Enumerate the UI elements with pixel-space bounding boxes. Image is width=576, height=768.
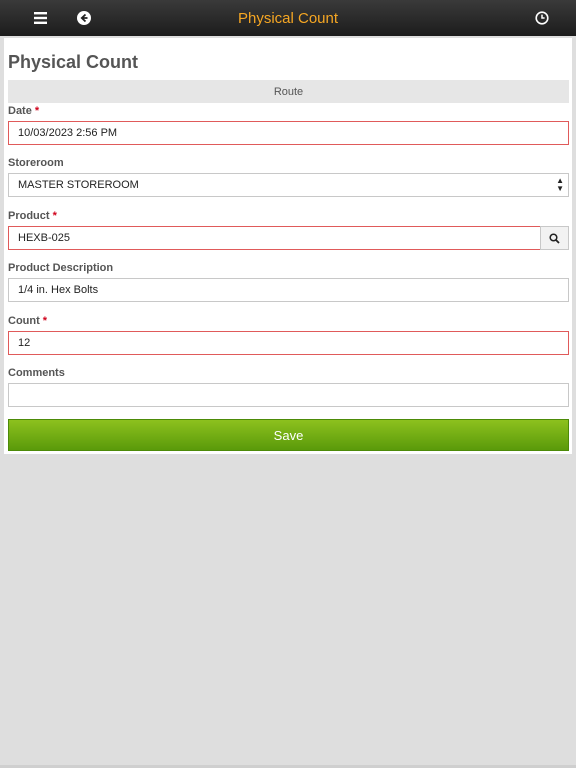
storeroom-label: Storeroom: [8, 157, 64, 169]
required-mark: *: [52, 210, 57, 222]
product-search-button[interactable]: [540, 226, 569, 250]
date-label: Date *: [8, 105, 39, 117]
back-button[interactable]: [66, 0, 102, 36]
count-label-text: Count: [8, 315, 40, 327]
top-app-bar: Physical Count: [0, 0, 576, 36]
select-arrows-icon: ▲ ▼: [556, 176, 564, 193]
menu-button[interactable]: [22, 0, 58, 36]
product-field[interactable]: [8, 226, 541, 250]
product-input[interactable]: [18, 227, 540, 249]
comments-field[interactable]: [8, 383, 569, 407]
date-input[interactable]: [18, 122, 568, 144]
date-field[interactable]: [8, 121, 569, 145]
count-field[interactable]: [8, 331, 569, 355]
date-label-text: Date: [8, 105, 32, 117]
comments-input[interactable]: [18, 384, 568, 406]
page-title: Physical Count: [8, 52, 139, 72]
count-input[interactable]: [18, 332, 568, 354]
required-mark: *: [42, 315, 48, 327]
physical-count-form: Physical Count Route Date* Storeroom MAS…: [4, 38, 572, 454]
product-label-text: Product: [8, 210, 50, 222]
hamburger-menu-icon: [33, 12, 47, 24]
comments-label: Comments: [8, 367, 65, 379]
product-description-label: Product Description: [8, 262, 114, 274]
clock-icon: [535, 11, 549, 25]
back-arrow-icon: [77, 11, 91, 25]
required-mark: *: [34, 105, 40, 117]
product-description-input[interactable]: [18, 279, 568, 301]
storeroom-select[interactable]: MASTER STOREROOM ▲ ▼: [8, 173, 569, 197]
product-label: Product *: [8, 210, 57, 222]
route-button[interactable]: Route: [8, 80, 569, 103]
header-title: Physical Count: [237, 9, 339, 27]
search-icon: [549, 232, 560, 244]
save-button[interactable]: Save: [8, 419, 569, 451]
count-label: Count *: [8, 315, 47, 327]
history-button[interactable]: [524, 0, 560, 36]
storeroom-selected-value: MASTER STOREROOM: [18, 179, 139, 191]
product-description-field[interactable]: [8, 278, 569, 302]
